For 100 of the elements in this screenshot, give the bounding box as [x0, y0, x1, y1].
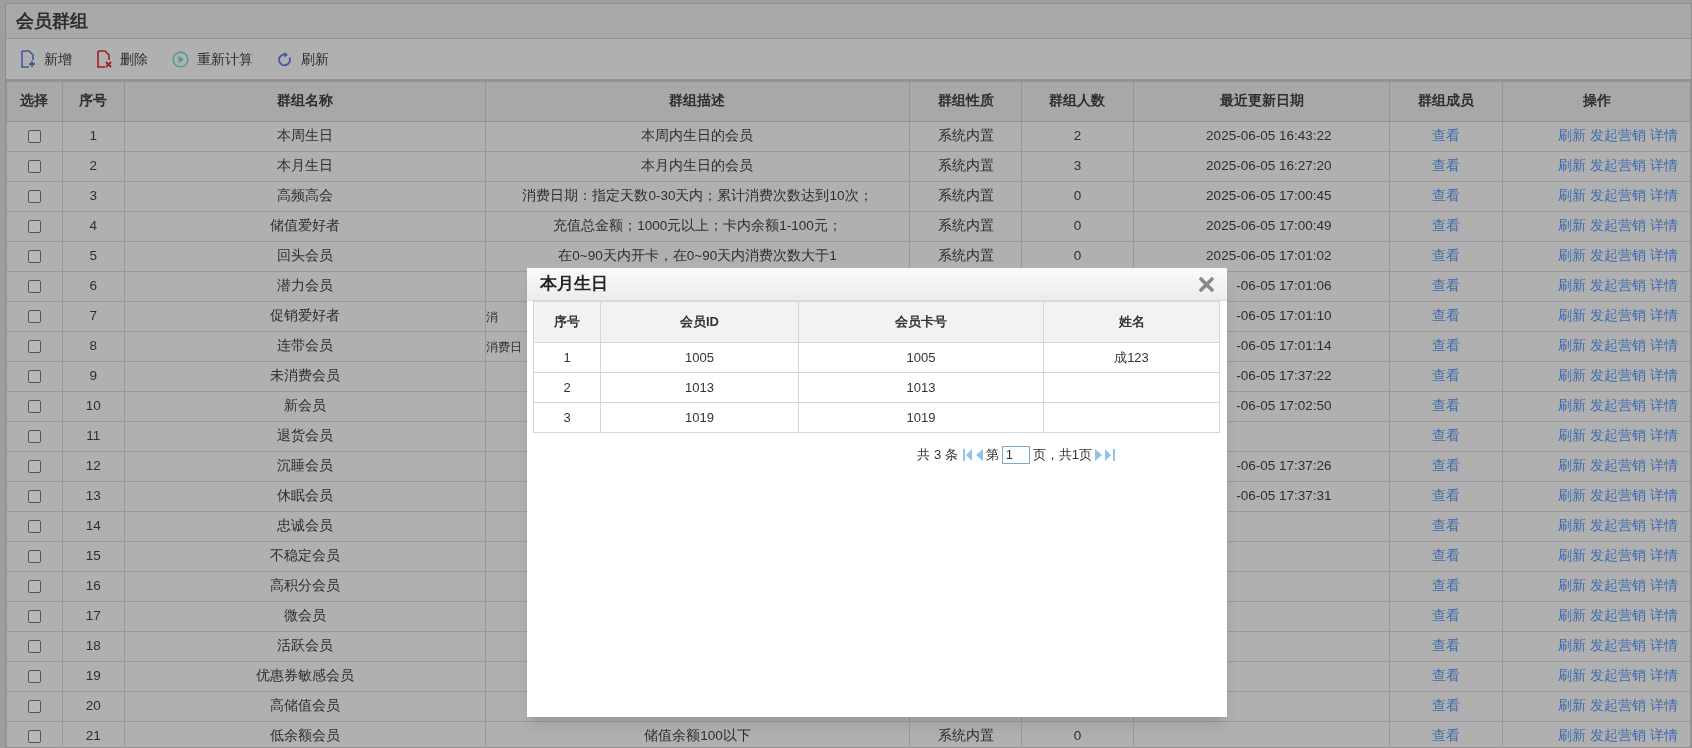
- action-link[interactable]: 刷新: [1558, 728, 1587, 744]
- action-link[interactable]: 刷新: [1558, 578, 1587, 594]
- row-checkbox[interactable]: [27, 220, 41, 234]
- action-link[interactable]: 刷新: [1558, 638, 1587, 654]
- action-link[interactable]: 详情: [1650, 518, 1678, 534]
- view-link[interactable]: 查看: [1432, 548, 1461, 564]
- action-link[interactable]: 发起营销: [1590, 728, 1647, 744]
- action-link[interactable]: 详情: [1650, 578, 1678, 594]
- action-link[interactable]: 发起营销: [1590, 698, 1647, 714]
- view-link[interactable]: 查看: [1432, 308, 1461, 324]
- view-link[interactable]: 查看: [1432, 698, 1461, 714]
- action-link[interactable]: 发起营销: [1590, 548, 1647, 564]
- add-button[interactable]: 新增: [20, 48, 72, 70]
- view-link[interactable]: 查看: [1432, 728, 1461, 744]
- action-link[interactable]: 发起营销: [1590, 218, 1647, 234]
- action-link[interactable]: 详情: [1650, 488, 1678, 504]
- delete-button[interactable]: 删除: [96, 48, 148, 70]
- action-link[interactable]: 详情: [1650, 128, 1678, 144]
- action-link[interactable]: 发起营销: [1590, 158, 1647, 174]
- row-checkbox[interactable]: [27, 580, 41, 594]
- row-checkbox[interactable]: [27, 700, 41, 714]
- action-link[interactable]: 刷新: [1558, 668, 1587, 684]
- row-checkbox[interactable]: [27, 490, 41, 504]
- recalc-button[interactable]: 重新计算: [172, 48, 253, 70]
- view-link[interactable]: 查看: [1432, 188, 1461, 204]
- row-checkbox[interactable]: [27, 280, 41, 294]
- view-link[interactable]: 查看: [1432, 458, 1461, 474]
- action-link[interactable]: 刷新: [1558, 158, 1587, 174]
- action-link[interactable]: 发起营销: [1590, 308, 1647, 324]
- row-checkbox[interactable]: [27, 460, 41, 474]
- action-link[interactable]: 刷新: [1558, 338, 1587, 354]
- refresh-button[interactable]: 刷新: [277, 48, 329, 70]
- action-link[interactable]: 刷新: [1558, 608, 1587, 624]
- row-checkbox[interactable]: [27, 130, 41, 144]
- action-link[interactable]: 发起营销: [1590, 608, 1647, 624]
- view-link[interactable]: 查看: [1432, 248, 1461, 264]
- action-link[interactable]: 详情: [1650, 698, 1678, 714]
- row-checkbox[interactable]: [27, 400, 41, 414]
- action-link[interactable]: 刷新: [1558, 548, 1587, 564]
- action-link[interactable]: 发起营销: [1590, 188, 1647, 204]
- action-link[interactable]: 发起营销: [1590, 338, 1647, 354]
- row-checkbox[interactable]: [27, 640, 41, 654]
- action-link[interactable]: 详情: [1650, 158, 1678, 174]
- action-link[interactable]: 发起营销: [1590, 578, 1647, 594]
- action-link[interactable]: 刷新: [1558, 518, 1587, 534]
- action-link[interactable]: 刷新: [1558, 278, 1587, 294]
- action-link[interactable]: 刷新: [1558, 248, 1587, 264]
- action-link[interactable]: 刷新: [1558, 398, 1587, 414]
- action-link[interactable]: 刷新: [1558, 128, 1587, 144]
- action-link[interactable]: 详情: [1650, 398, 1678, 414]
- action-link[interactable]: 刷新: [1558, 368, 1587, 384]
- view-link[interactable]: 查看: [1432, 608, 1461, 624]
- row-checkbox[interactable]: [27, 370, 41, 384]
- close-icon[interactable]: [1199, 276, 1214, 292]
- view-link[interactable]: 查看: [1432, 278, 1461, 294]
- action-link[interactable]: 刷新: [1558, 188, 1587, 204]
- action-link[interactable]: 详情: [1650, 338, 1678, 354]
- view-link[interactable]: 查看: [1432, 578, 1461, 594]
- row-checkbox[interactable]: [27, 550, 41, 564]
- action-link[interactable]: 详情: [1650, 668, 1678, 684]
- row-checkbox[interactable]: [27, 190, 41, 204]
- row-checkbox[interactable]: [27, 310, 41, 324]
- action-link[interactable]: 详情: [1650, 248, 1678, 264]
- view-link[interactable]: 查看: [1432, 668, 1461, 684]
- row-checkbox[interactable]: [27, 340, 41, 354]
- action-link[interactable]: 发起营销: [1590, 488, 1647, 504]
- page-input[interactable]: 1: [1001, 445, 1030, 464]
- action-link[interactable]: 详情: [1650, 428, 1678, 444]
- row-checkbox[interactable]: [27, 730, 41, 744]
- action-link[interactable]: 发起营销: [1590, 518, 1647, 534]
- action-link[interactable]: 发起营销: [1590, 398, 1647, 414]
- view-link[interactable]: 查看: [1432, 368, 1461, 384]
- action-link[interactable]: 发起营销: [1590, 368, 1647, 384]
- action-link[interactable]: 详情: [1650, 548, 1678, 564]
- action-link[interactable]: 刷新: [1558, 428, 1587, 444]
- action-link[interactable]: 刷新: [1558, 488, 1587, 504]
- action-link[interactable]: 发起营销: [1590, 668, 1647, 684]
- view-link[interactable]: 查看: [1432, 338, 1461, 354]
- action-link[interactable]: 详情: [1650, 728, 1678, 744]
- action-link[interactable]: 刷新: [1558, 458, 1587, 474]
- action-link[interactable]: 详情: [1650, 638, 1678, 654]
- action-link[interactable]: 刷新: [1558, 308, 1587, 324]
- row-checkbox[interactable]: [27, 430, 41, 444]
- action-link[interactable]: 刷新: [1558, 218, 1587, 234]
- view-link[interactable]: 查看: [1432, 518, 1461, 534]
- action-link[interactable]: 发起营销: [1590, 128, 1647, 144]
- row-checkbox[interactable]: [27, 250, 41, 264]
- row-checkbox[interactable]: [27, 160, 41, 174]
- action-link[interactable]: 详情: [1650, 368, 1678, 384]
- action-link[interactable]: 详情: [1650, 458, 1678, 474]
- action-link[interactable]: 发起营销: [1590, 458, 1647, 474]
- view-link[interactable]: 查看: [1432, 638, 1461, 654]
- action-link[interactable]: 发起营销: [1590, 638, 1647, 654]
- action-link[interactable]: 详情: [1650, 188, 1678, 204]
- row-checkbox[interactable]: [27, 520, 41, 534]
- action-link[interactable]: 发起营销: [1590, 248, 1647, 264]
- action-link[interactable]: 详情: [1650, 218, 1678, 234]
- row-checkbox[interactable]: [27, 610, 41, 624]
- view-link[interactable]: 查看: [1432, 428, 1461, 444]
- view-link[interactable]: 查看: [1432, 218, 1461, 234]
